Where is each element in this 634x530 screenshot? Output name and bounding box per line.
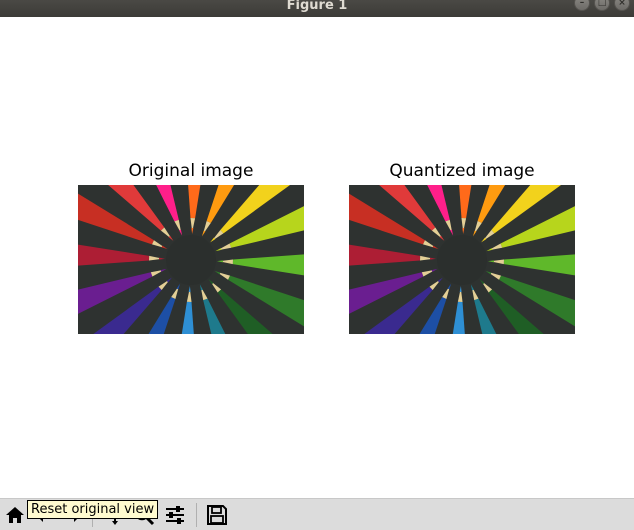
close-button[interactable]: × xyxy=(614,0,630,11)
original-image[interactable] xyxy=(78,185,304,334)
window-controls: – □ × xyxy=(574,0,630,11)
window-titlebar: Figure 1 – □ × xyxy=(0,0,634,17)
home-button[interactable] xyxy=(2,502,28,528)
save-icon xyxy=(207,505,227,525)
save-button[interactable] xyxy=(204,502,230,528)
quantized-image-title: Quantized image xyxy=(389,161,535,181)
minimize-button[interactable]: – xyxy=(574,0,590,11)
home-icon xyxy=(6,507,24,523)
quantized-image[interactable] xyxy=(349,185,575,334)
original-image-title: Original image xyxy=(128,161,254,181)
window-title: Figure 1 xyxy=(286,0,348,13)
configure-subplots-icon xyxy=(166,506,184,524)
tooltip: Reset original view xyxy=(27,500,159,519)
maximize-button[interactable]: □ xyxy=(594,0,610,11)
toolbar-separator xyxy=(196,503,197,527)
configure-subplots-button[interactable] xyxy=(162,502,188,528)
pencil-wheel-image xyxy=(78,185,304,334)
figure-canvas[interactable]: Original image Quantized image xyxy=(0,17,634,498)
pencil-wheel-image xyxy=(349,185,575,334)
